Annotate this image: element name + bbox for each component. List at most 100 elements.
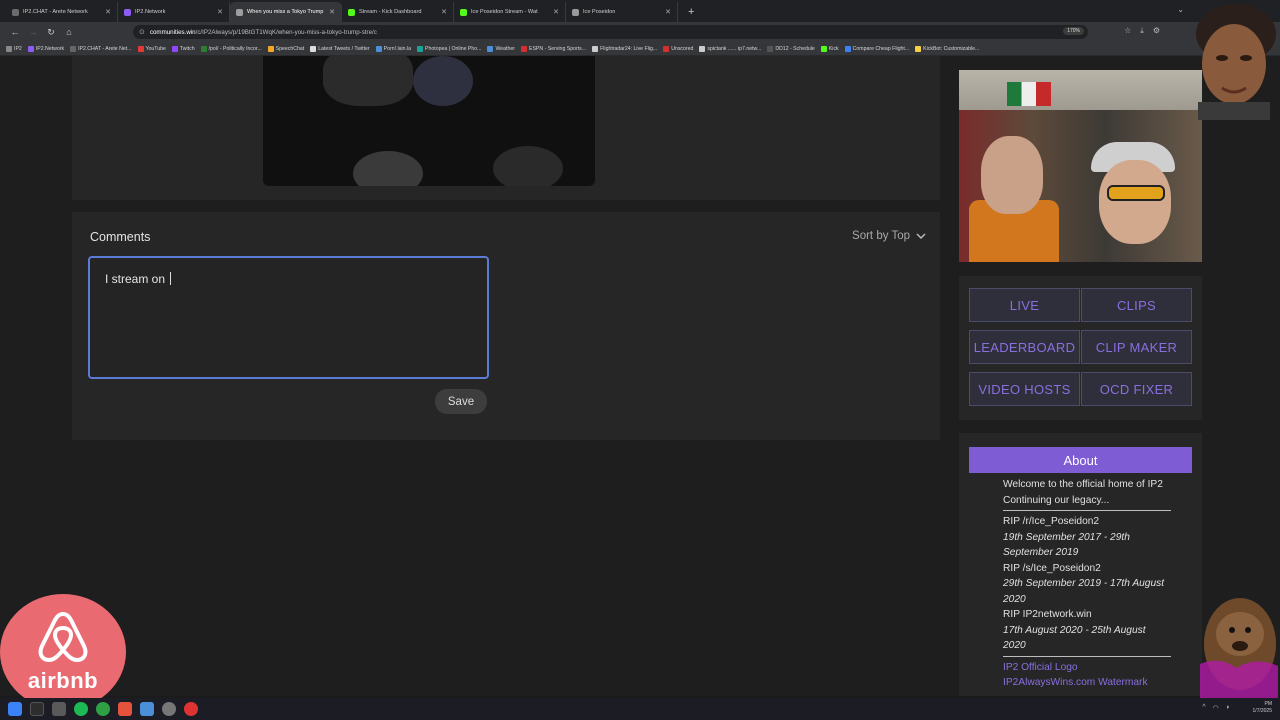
bookmark-item[interactable]: Compare Cheap Flight... — [844, 45, 910, 52]
comment-textarea[interactable]: I stream on — [88, 256, 489, 379]
close-icon[interactable]: ✕ — [105, 8, 111, 16]
thumbnail-shape — [1007, 82, 1051, 106]
tray-chevron-icon[interactable]: ^ — [1202, 704, 1205, 712]
address-bar[interactable]: ⊙ communities.win/c/IP2Always/p/19BtGT1W… — [133, 25, 1088, 39]
network-icon[interactable]: ◠ — [1213, 704, 1219, 712]
close-icon[interactable]: ✕ — [553, 8, 559, 16]
start-windows-icon[interactable] — [8, 702, 22, 716]
video-hosts-button[interactable]: VIDEO HOSTS — [969, 372, 1080, 406]
file-explorer-icon[interactable] — [52, 702, 66, 716]
bookmark-favicon — [820, 45, 827, 52]
about-link[interactable]: IP2AlwaysWins.com Watermark — [1003, 675, 1171, 691]
bookmark-favicon — [27, 45, 34, 52]
bookmark-star-icon[interactable]: ☆ — [1124, 26, 1131, 36]
xbox-icon[interactable] — [96, 702, 110, 716]
bookmark-item[interactable]: Twitch — [171, 45, 195, 52]
stream-thumbnail[interactable] — [959, 70, 1202, 262]
clip-maker-button[interactable]: CLIP MAKER — [1081, 330, 1192, 364]
bookmark-item[interactable]: SpeechChat — [267, 45, 304, 52]
close-icon[interactable]: ✕ — [441, 8, 447, 16]
browser-tab[interactable]: IP2.Network ✕ — [118, 2, 230, 22]
url-path: /c/IP2Always/p/19BtGT1WqK/when-you-miss-… — [195, 28, 377, 36]
bookmark-item[interactable]: Flightradar24: Live Flig... — [592, 45, 657, 52]
clock[interactable]: PM 1/7/2025 — [1253, 701, 1272, 715]
browser-tab[interactable]: Ice Poseidon ✕ — [566, 2, 678, 22]
bookmark-label: Weather — [495, 45, 515, 52]
bookmark-item[interactable]: Photopea | Online Pho... — [417, 45, 481, 52]
back-arrow-icon[interactable]: ← — [6, 27, 24, 37]
bookmark-label: YouTube — [145, 45, 166, 52]
save-button[interactable]: Save — [435, 389, 487, 414]
video-frame-shape — [413, 56, 473, 106]
reload-icon[interactable]: ↻ — [42, 27, 60, 38]
tab-favicon — [572, 8, 579, 16]
bookmark-favicon — [592, 45, 599, 52]
sort-dropdown[interactable]: Sort by Top — [852, 230, 926, 242]
bookmark-favicon — [200, 45, 207, 52]
about-line: 29th September 2019 - 17th August 2020 — [1003, 578, 1165, 605]
bookmark-favicon — [6, 45, 12, 52]
bookmark-item[interactable]: Latest Tweets / Twitter — [310, 45, 370, 52]
bookmark-item[interactable]: /pol/ - Politically Incor... — [200, 45, 262, 52]
new-tab-button[interactable]: + — [688, 2, 694, 22]
home-icon[interactable]: ⌂ — [60, 27, 78, 37]
chevron-down-icon — [916, 232, 926, 239]
airbnb-overlay: airbnb — [0, 594, 126, 710]
volume-icon[interactable]: ◗ — [1226, 704, 1230, 712]
bookmark-item[interactable]: Weather — [487, 45, 515, 52]
bookmark-item[interactable]: YouTube — [137, 45, 166, 52]
search-icon[interactable] — [30, 702, 44, 716]
bookmark-favicon — [767, 45, 774, 52]
about-line: 17th August 2020 - 25th August 2020 — [1003, 624, 1146, 652]
clips-button[interactable]: CLIPS — [1081, 288, 1192, 322]
bookmark-item[interactable]: IP2.CHAT - Arete Net... — [70, 45, 132, 52]
close-icon[interactable]: ✕ — [217, 8, 223, 16]
chrome-icon[interactable] — [184, 702, 198, 716]
live-button[interactable]: LIVE — [969, 288, 1080, 322]
close-icon[interactable]: ✕ — [665, 8, 671, 16]
bookmark-item[interactable]: ESPN - Serving Sports... — [521, 45, 586, 52]
bookmark-item[interactable]: IP2 — [6, 45, 22, 52]
forward-arrow-icon[interactable]: → — [24, 27, 42, 37]
browser-tab[interactable]: Ice Poseidon Stream - Wat ✕ — [454, 2, 566, 22]
post-video[interactable] — [263, 56, 595, 186]
browser-toolbar: ← → ↻ ⌂ ⊙ communities.win/c/IP2Always/p/… — [0, 22, 1280, 42]
tab-search-chevron-icon[interactable]: ⌄ — [1177, 5, 1184, 14]
bookmark-item[interactable]: IP2.Network — [27, 45, 64, 52]
about-card: About Welcome to the official home of IP… — [959, 433, 1202, 696]
about-header: About — [969, 447, 1192, 473]
telegram-icon[interactable] — [140, 702, 154, 716]
extensions-icon[interactable]: ⚙ — [1153, 26, 1160, 36]
os-taskbar: ^ ◠ ◗ PM 1/7/2025 — [0, 698, 1280, 720]
bookmark-label: Unscored — [671, 45, 694, 52]
bookmark-favicon — [137, 45, 144, 52]
browser-tab[interactable]: Stream - Kick Dashboard ✕ — [342, 2, 454, 22]
settings-icon[interactable] — [162, 702, 176, 716]
tab-favicon — [348, 8, 355, 16]
tab-favicon — [12, 8, 19, 16]
download-icon[interactable]: ⤓ — [1140, 26, 1144, 36]
bookmark-item[interactable]: Kick — [820, 45, 839, 52]
browser-tab-bar: IP2.CHAT - Arete Network ✕ IP2.Network ✕ W… — [0, 0, 1280, 22]
ocd-fixer-button[interactable]: OCD FIXER — [1081, 372, 1192, 406]
bookmark-label: Porn!.lain.la — [383, 45, 412, 52]
close-icon[interactable]: ✕ — [329, 8, 335, 16]
tab-title: IP2.CHAT - Arete Network — [23, 9, 88, 15]
browser-tab[interactable]: IP2.CHAT - Arete Network ✕ — [6, 2, 118, 22]
comment-text: I stream on — [105, 272, 169, 286]
bookmark-item[interactable]: Porn!.lain.la — [375, 45, 412, 52]
tab-favicon — [236, 8, 243, 16]
bookmark-item[interactable]: Unscored — [663, 45, 694, 52]
bookmark-item[interactable]: DD12 - Schedule — [767, 45, 815, 52]
app-icon[interactable] — [118, 702, 132, 716]
bookmark-item[interactable]: KickBot: Customizable... — [915, 45, 979, 52]
zoom-indicator[interactable]: 170% — [1063, 27, 1084, 35]
browser-tab-active[interactable]: When you miss a Tokyo Trump ✕ — [230, 2, 342, 22]
bookmark-label: Compare Cheap Flight... — [852, 45, 910, 52]
bookmark-item[interactable]: spictank ...... ip7.netw... — [699, 45, 761, 52]
about-link[interactable]: IP2 Official Logo — [1003, 660, 1171, 676]
leaderboard-button[interactable]: LEADERBOARD — [969, 330, 1080, 364]
site-info-icon[interactable]: ⊙ — [139, 28, 145, 36]
spotify-icon[interactable] — [74, 702, 88, 716]
bookmark-favicon — [915, 45, 922, 52]
